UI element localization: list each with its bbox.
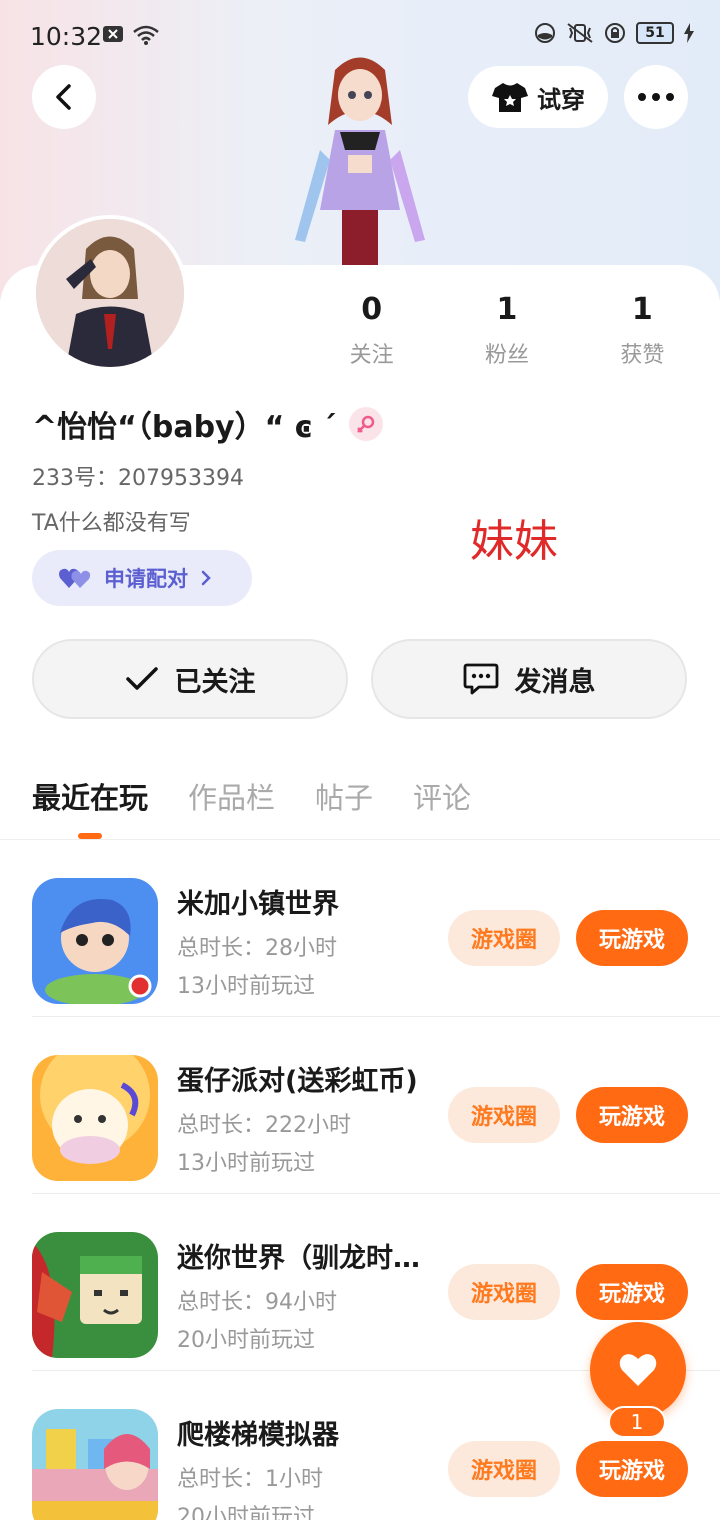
heart-icon bbox=[619, 1354, 657, 1386]
game-title: 迷你世界（驯龙时… bbox=[177, 1243, 420, 1274]
user-avatar[interactable] bbox=[32, 215, 188, 371]
stat-likes[interactable]: 1 获赞 bbox=[575, 292, 710, 369]
game-duration: 总时长：28小时 bbox=[177, 936, 337, 961]
avatar-image bbox=[36, 219, 184, 367]
followed-button[interactable]: 已关注 bbox=[32, 639, 348, 719]
check-icon bbox=[125, 667, 158, 690]
user-nickname: ^怡怡“（baby）“ ͼ ˊ bbox=[32, 402, 383, 446]
female-gender-icon bbox=[348, 407, 383, 441]
game-circle-button[interactable]: 游戏圈 bbox=[448, 1441, 560, 1497]
game-duration: 总时长：94小时 bbox=[177, 1290, 337, 1315]
user-bio: TA什么都没有写 bbox=[32, 511, 191, 536]
game-circle-button[interactable]: 游戏圈 bbox=[448, 910, 560, 966]
play-game-button[interactable]: 玩游戏 bbox=[576, 1264, 688, 1320]
try-on-button[interactable]: 试穿 bbox=[468, 66, 608, 128]
tab-works[interactable]: 作品栏 bbox=[188, 775, 275, 817]
status-time: 10:32 bbox=[30, 22, 103, 51]
tab-comments[interactable]: 评论 bbox=[413, 775, 471, 817]
status-bar: 10:32 51 bbox=[0, 0, 720, 72]
tab-recently-played[interactable]: 最近在玩 bbox=[32, 775, 148, 817]
game-circle-button[interactable]: 游戏圈 bbox=[448, 1264, 560, 1320]
data-saver-icon bbox=[535, 23, 555, 43]
more-options-button[interactable] bbox=[624, 65, 688, 129]
stat-following-label: 关注 bbox=[349, 343, 394, 368]
game-title: 蛋仔派对(送彩虹币) bbox=[177, 1066, 418, 1097]
rotation-lock-icon bbox=[605, 23, 625, 43]
chevron-right-icon bbox=[201, 570, 211, 586]
game-title: 爬楼梯模拟器 bbox=[177, 1420, 339, 1451]
play-game-button[interactable]: 玩游戏 bbox=[576, 1441, 688, 1497]
stat-fans-value: 1 bbox=[496, 292, 518, 327]
game-icon-miga-town[interactable] bbox=[32, 878, 158, 1004]
overlay-annotation-text: 妹妹 bbox=[470, 516, 558, 567]
game-title: 米加小镇世界 bbox=[177, 889, 339, 920]
game-list-item[interactable]: 蛋仔派对(送彩虹币) 总时长：222小时 13小时前玩过 游戏圈 玩游戏 bbox=[32, 1017, 720, 1194]
back-button[interactable] bbox=[32, 65, 96, 129]
game-duration: 总时长：222小时 bbox=[177, 1113, 351, 1138]
chevron-left-icon bbox=[56, 84, 71, 110]
chat-bubble-icon bbox=[463, 663, 498, 695]
game-duration: 总时长：1小时 bbox=[177, 1467, 323, 1492]
vibrate-mute-icon bbox=[567, 23, 593, 43]
game-circle-button[interactable]: 游戏圈 bbox=[448, 1087, 560, 1143]
stat-likes-label: 获赞 bbox=[620, 343, 665, 368]
profile-stats: 0 关注 1 粉丝 1 获赞 bbox=[304, 292, 710, 369]
play-game-button[interactable]: 玩游戏 bbox=[576, 910, 688, 966]
game-icon-mini-world[interactable] bbox=[32, 1232, 158, 1358]
stat-fans-label: 粉丝 bbox=[484, 343, 529, 368]
game-icon-stair-climb-simulator[interactable] bbox=[32, 1409, 158, 1520]
double-heart-icon bbox=[59, 568, 91, 588]
battery-indicator: 51 bbox=[636, 22, 674, 44]
floating-like-button[interactable] bbox=[590, 1322, 686, 1418]
send-message-label: 发消息 bbox=[514, 666, 596, 698]
request-pair-label: 申请配对 bbox=[104, 567, 188, 591]
game-last-played: 20小时前玩过 bbox=[177, 1505, 315, 1520]
tshirt-icon bbox=[492, 83, 528, 112]
stat-following-value: 0 bbox=[361, 292, 383, 327]
notification-x-icon bbox=[103, 26, 123, 42]
stat-fans[interactable]: 1 粉丝 bbox=[439, 292, 574, 369]
game-last-played: 13小时前玩过 bbox=[177, 1151, 315, 1176]
stat-likes-value: 1 bbox=[631, 292, 653, 327]
game-list-item[interactable]: 米加小镇世界 总时长：28小时 13小时前玩过 游戏圈 玩游戏 bbox=[32, 840, 720, 1017]
game-last-played: 13小时前玩过 bbox=[177, 974, 315, 999]
wifi-icon bbox=[133, 25, 159, 45]
tab-posts[interactable]: 帖子 bbox=[315, 775, 373, 817]
dressup-character-image[interactable] bbox=[280, 50, 440, 265]
like-count-badge: 1 bbox=[608, 1406, 666, 1438]
followed-label: 已关注 bbox=[174, 666, 256, 698]
play-game-button[interactable]: 玩游戏 bbox=[576, 1087, 688, 1143]
stat-following[interactable]: 0 关注 bbox=[304, 292, 439, 369]
game-icon-eggy-party[interactable] bbox=[32, 1055, 158, 1181]
charging-icon bbox=[684, 23, 694, 43]
request-pair-button[interactable]: 申请配对 bbox=[32, 550, 252, 606]
nickname-text: ^怡怡“（baby）“ ͼ ˊ bbox=[32, 410, 337, 445]
try-on-label: 试穿 bbox=[537, 85, 585, 114]
profile-tabs: 最近在玩 作品栏 帖子 评论 bbox=[32, 775, 471, 817]
game-last-played: 20小时前玩过 bbox=[177, 1328, 315, 1353]
user-id: 233号：207953394 bbox=[32, 466, 244, 491]
send-message-button[interactable]: 发消息 bbox=[371, 639, 687, 719]
more-dots-icon bbox=[638, 93, 674, 101]
